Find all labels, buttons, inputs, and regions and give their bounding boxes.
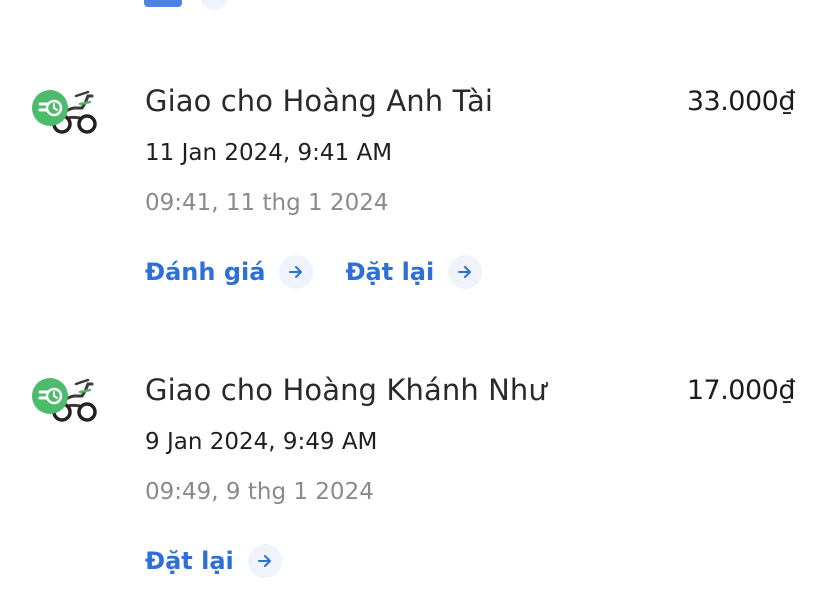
delivery-bike-icon bbox=[30, 370, 98, 426]
order-history-screen: Giao cho Hoàng Anh Tài 33.000₫ 11 Jan 20… bbox=[0, 0, 828, 598]
order-price: 17.000₫ bbox=[686, 375, 796, 406]
order-title: Giao cho Hoàng Anh Tài bbox=[145, 84, 494, 118]
arrow-right-icon bbox=[247, 544, 282, 578]
rate-button[interactable]: Đánh giá bbox=[145, 255, 314, 289]
arrow-right-icon bbox=[448, 255, 483, 289]
order-title: Giao cho Hoàng Khánh Như bbox=[145, 373, 547, 407]
order-date-vi: 09:49, 9 thg 1 2024 bbox=[145, 479, 374, 505]
previous-order-action-stub[interactable] bbox=[144, 0, 182, 7]
order-date-en: 9 Jan 2024, 9:49 AM bbox=[145, 429, 378, 455]
arrow-right-icon bbox=[279, 255, 314, 289]
order-price: 33.000₫ bbox=[686, 86, 796, 117]
order-date-vi: 09:41, 11 thg 1 2024 bbox=[145, 190, 389, 216]
order-actions: Đánh giá Đặt lại bbox=[145, 255, 483, 289]
previous-order-actions bbox=[144, 0, 228, 10]
delivery-bike-icon bbox=[30, 82, 98, 138]
order-date-en: 11 Jan 2024, 9:41 AM bbox=[145, 140, 393, 166]
rate-button-label: Đánh giá bbox=[145, 258, 266, 286]
reorder-button[interactable]: Đặt lại bbox=[345, 255, 483, 289]
reorder-button-label: Đặt lại bbox=[345, 258, 435, 286]
arrow-right-icon bbox=[200, 0, 228, 10]
order-actions: Đặt lại bbox=[145, 544, 282, 578]
reorder-button[interactable]: Đặt lại bbox=[145, 544, 282, 578]
reorder-button-label: Đặt lại bbox=[145, 547, 234, 575]
